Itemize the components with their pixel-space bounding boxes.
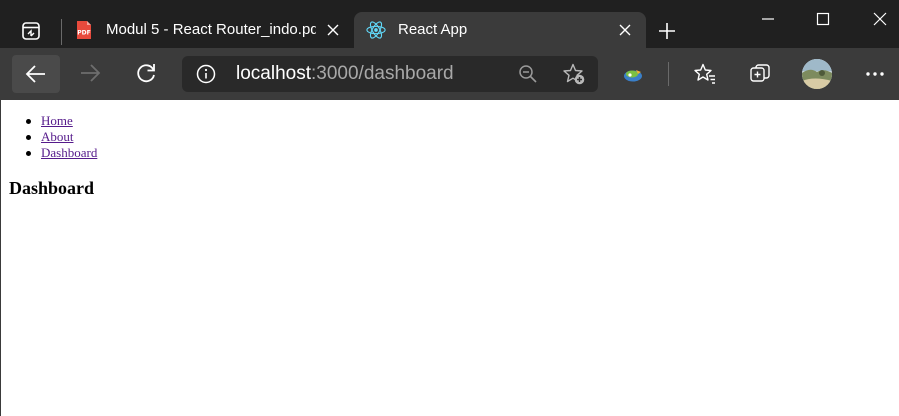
more-icon — [866, 72, 884, 76]
react-icon — [366, 20, 386, 40]
browser-toolbar: localhost:3000/dashboard — [0, 48, 899, 100]
svg-text:PDF: PDF — [77, 30, 90, 37]
close-icon — [873, 12, 887, 26]
avatar[interactable] — [802, 59, 832, 89]
collections-button[interactable] — [742, 56, 778, 92]
tab-strip: PDF Modul 5 - React Router_indo.pdf Reac… — [0, 0, 899, 48]
close-icon[interactable] — [616, 21, 634, 39]
favorites-icon — [694, 63, 715, 84]
arrow-right-icon — [81, 64, 101, 82]
url-host: localhost — [236, 63, 311, 84]
new-tab-button[interactable] — [655, 19, 679, 43]
favorites-button[interactable] — [687, 56, 723, 92]
close-icon[interactable] — [324, 21, 342, 39]
pdf-icon: PDF — [74, 20, 94, 40]
refresh-button[interactable] — [128, 55, 164, 91]
nav-item-dashboard: Dashboard — [25, 145, 97, 161]
forward-button[interactable] — [72, 55, 108, 91]
back-button[interactable] — [12, 55, 60, 93]
address-bar[interactable]: localhost:3000/dashboard — [182, 56, 598, 92]
collections-icon — [750, 64, 770, 82]
nav-link-home[interactable]: Home — [41, 113, 73, 128]
zoom-out-icon[interactable] — [518, 64, 538, 84]
minimize-icon — [762, 18, 774, 20]
maximize-button[interactable] — [800, 4, 846, 34]
tab-actions-icon — [22, 22, 40, 40]
tab-pdf[interactable]: PDF Modul 5 - React Router_indo.pdf — [62, 12, 352, 48]
page-title: Dashboard — [9, 178, 95, 198]
nav-link-about[interactable]: About — [41, 129, 74, 144]
toolbar-separator — [668, 62, 669, 86]
url-path: :3000/dashboard — [311, 63, 454, 84]
minimize-button[interactable] — [745, 4, 791, 34]
browser-window: PDF Modul 5 - React Router_indo.pdf Reac… — [0, 0, 899, 416]
tab-react-app[interactable]: React App — [354, 12, 646, 48]
star-plus-icon[interactable] — [562, 62, 586, 86]
plus-icon — [659, 23, 675, 39]
refresh-icon — [137, 64, 155, 83]
extension-icon[interactable] — [615, 57, 651, 93]
url-text[interactable]: localhost:3000/dashboard — [236, 63, 454, 85]
nav-list: Home About Dashboard — [25, 113, 97, 161]
tab-actions-button[interactable] — [17, 18, 45, 44]
tab-title: React App — [398, 21, 468, 38]
more-button[interactable] — [857, 56, 893, 92]
arrow-left-icon — [25, 65, 45, 83]
tab-title: Modul 5 - React Router_indo.pdf — [106, 21, 316, 38]
info-icon[interactable] — [196, 64, 216, 84]
nav-item-about: About — [25, 129, 97, 145]
maximize-icon — [816, 12, 830, 26]
nav-link-dashboard[interactable]: Dashboard — [41, 145, 97, 160]
nav-item-home: Home — [25, 113, 97, 129]
page-content: Home About Dashboard Dashboard — [0, 100, 899, 416]
window-close-button[interactable] — [857, 4, 899, 34]
